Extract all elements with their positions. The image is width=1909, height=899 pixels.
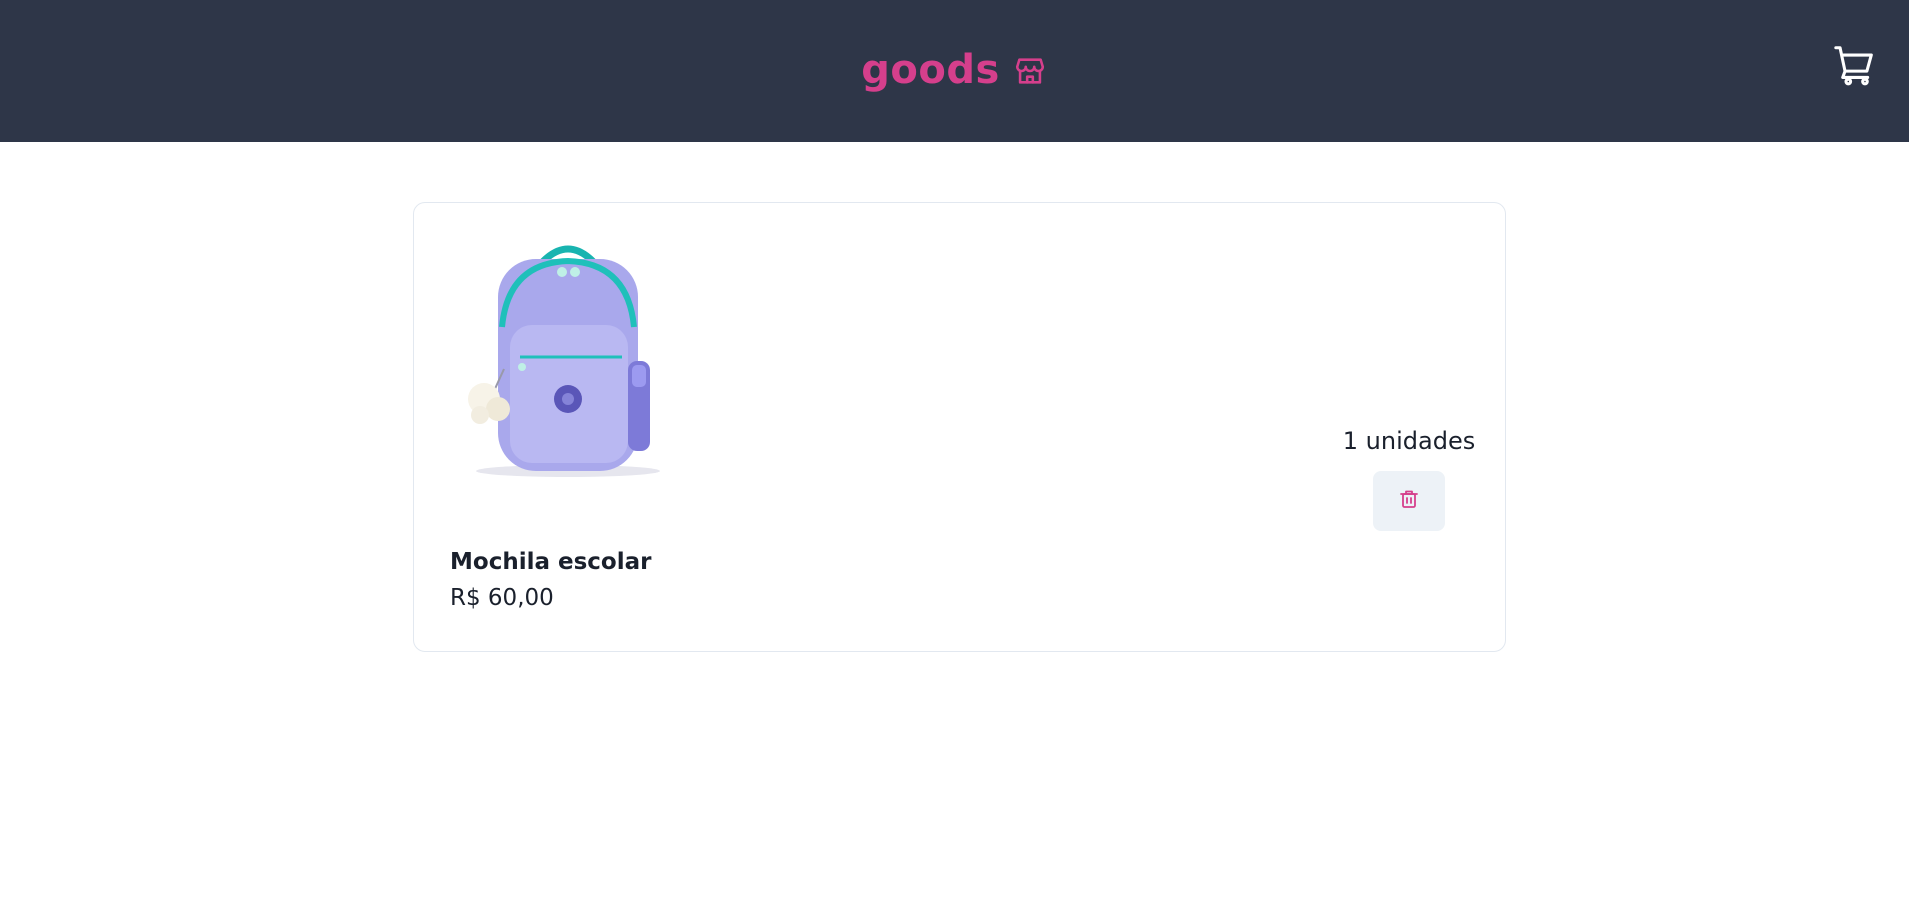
quantity-area: 1 unidades <box>1314 429 1504 531</box>
remove-item-button[interactable] <box>1373 471 1445 531</box>
product-price: R$ 60,00 <box>450 585 554 611</box>
trash-icon <box>1397 487 1421 515</box>
store-icon <box>1012 53 1048 89</box>
cart-item-card: Mochila escolar R$ 60,00 1 unidades <box>413 202 1506 652</box>
brand-logo[interactable]: goods <box>0 40 1909 100</box>
product-name[interactable]: Mochila escolar <box>450 549 651 575</box>
site-header: goods <box>0 0 1909 142</box>
quantity-label: 1 unidades <box>1342 427 1476 455</box>
backpack-image[interactable] <box>450 229 686 479</box>
shopping-cart-icon[interactable] <box>1830 40 1880 90</box>
brand-name: goods <box>861 47 1000 93</box>
